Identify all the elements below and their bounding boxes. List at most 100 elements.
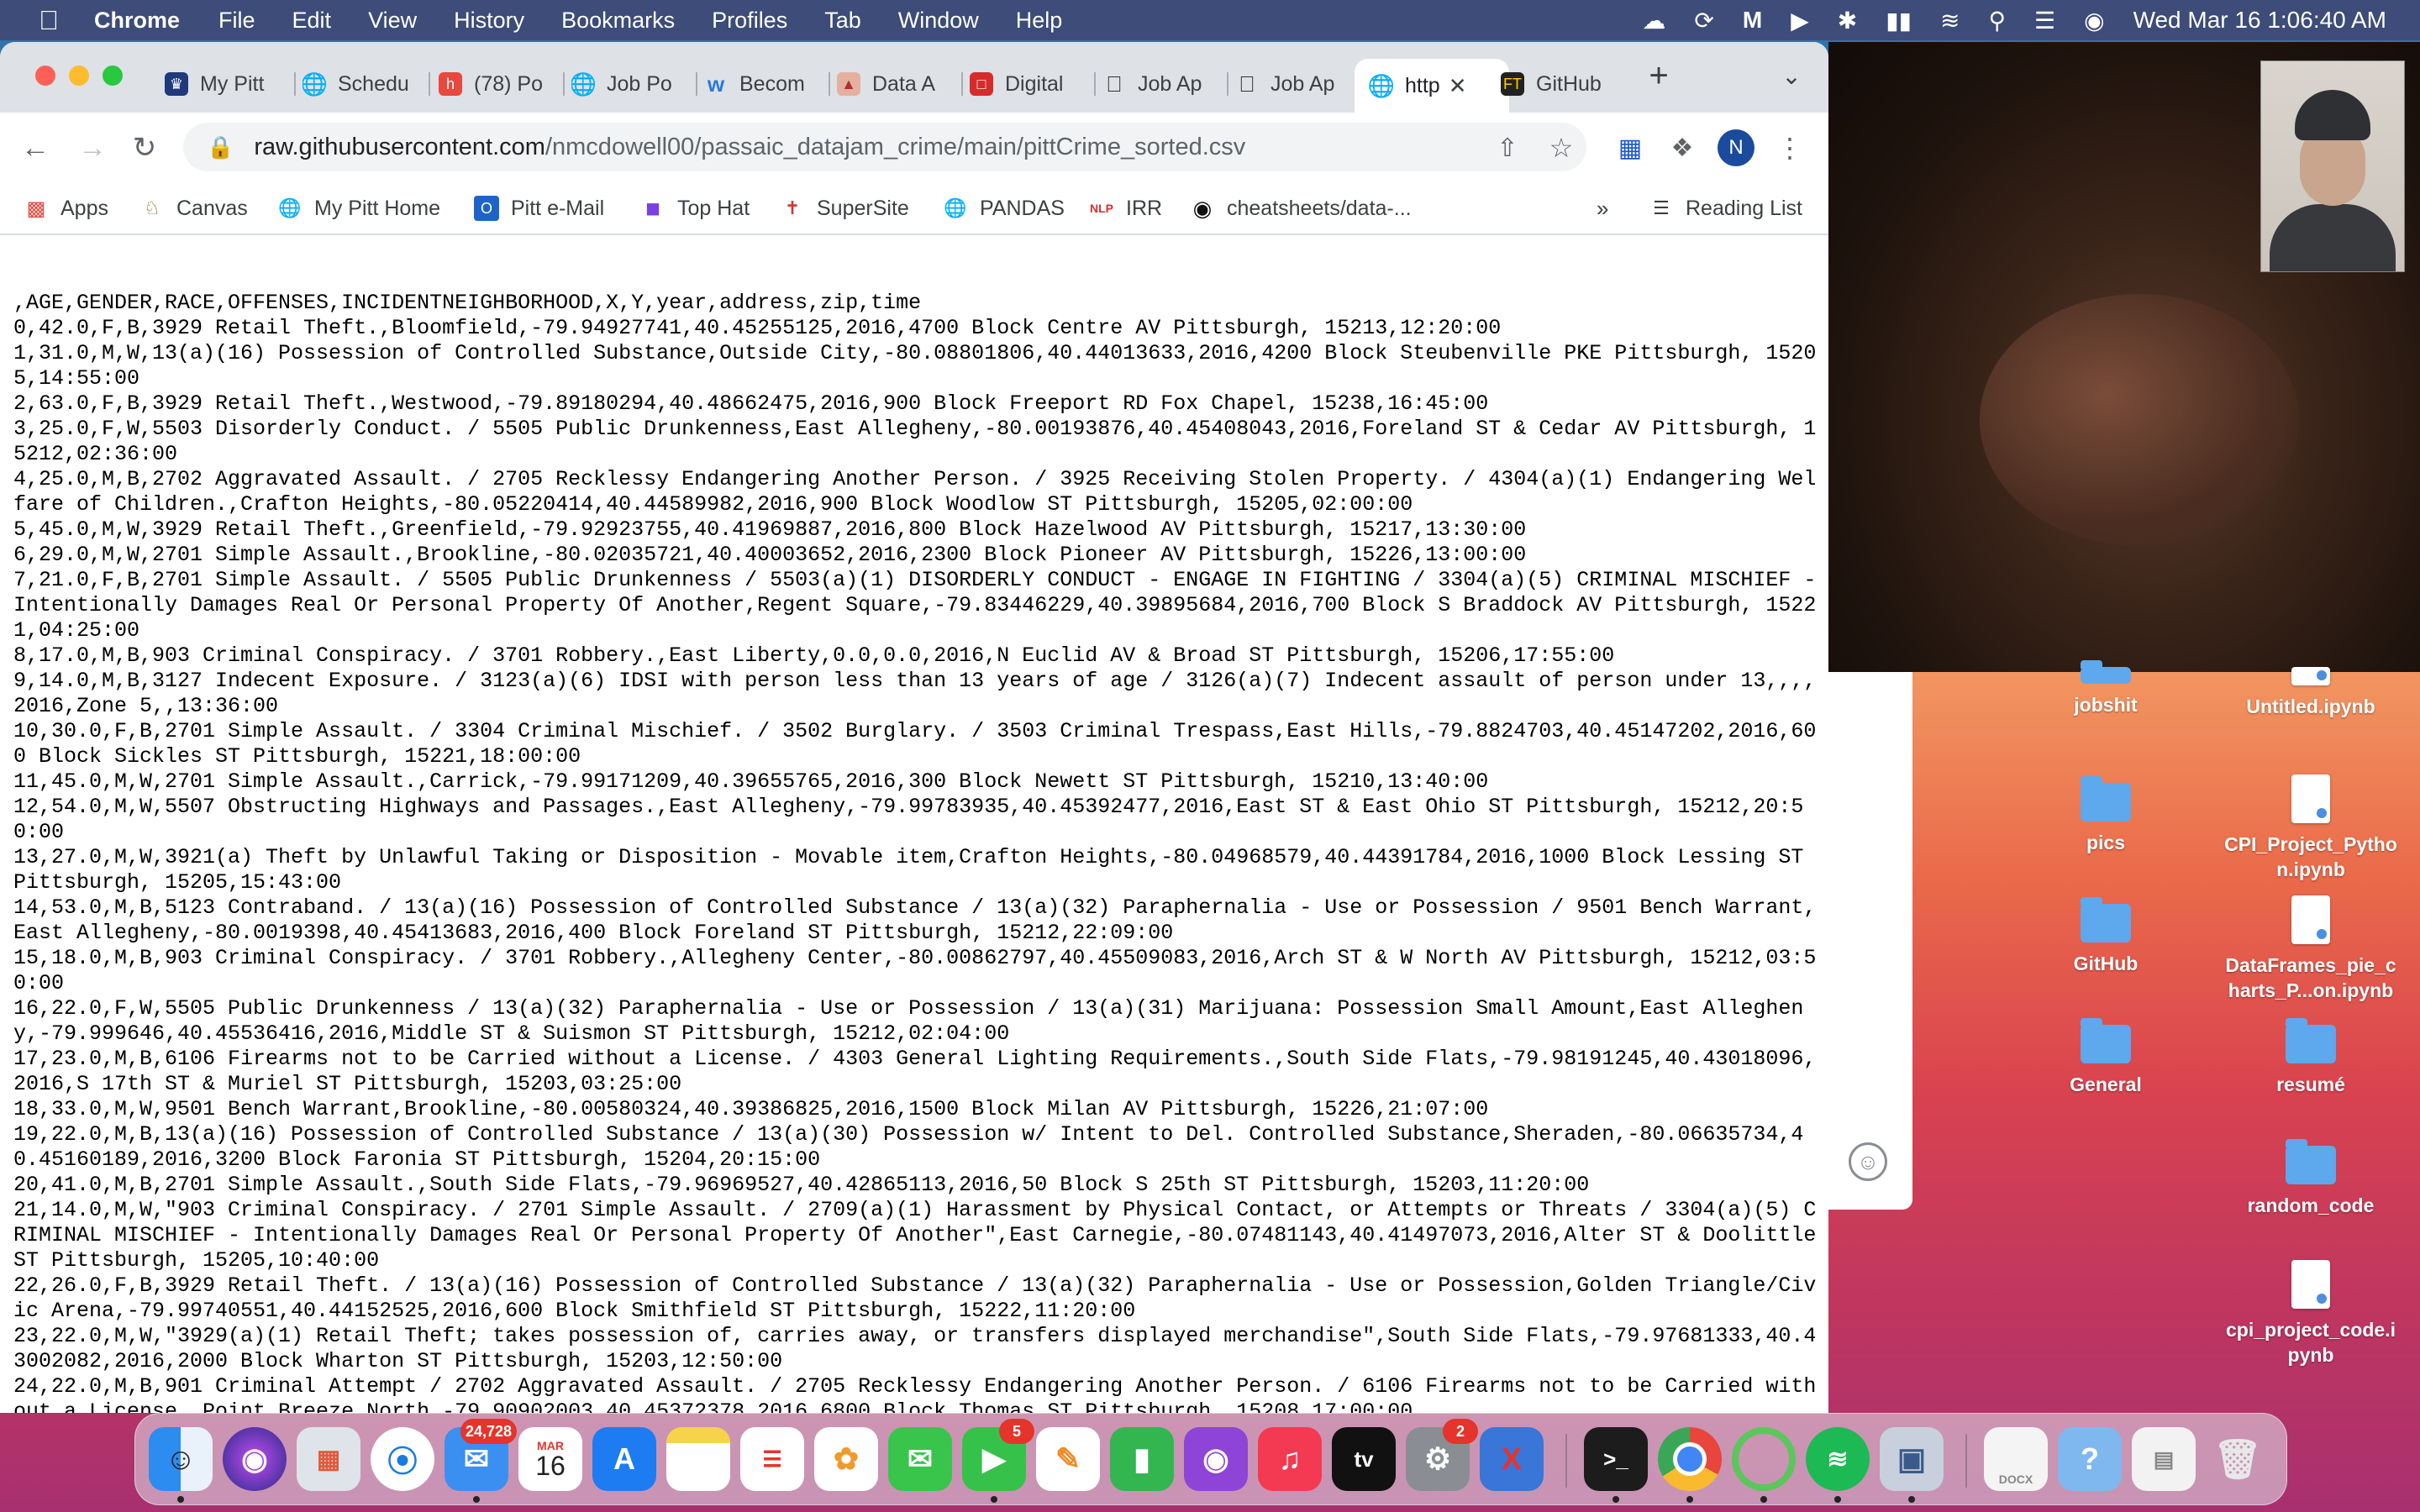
extension-reader-icon[interactable]: ▦ [1612,129,1649,166]
siri-icon[interactable]: ◉ [2084,7,2104,34]
numbers-icon[interactable]: ▮ [1110,1427,1174,1491]
close-tab-icon[interactable]: ✕ [1449,73,1467,99]
spinning-app-icon[interactable] [1732,1427,1796,1503]
terminal-icon[interactable]: >_ [1584,1427,1648,1503]
tab-search-chevron-icon[interactable]: ⌄ [1773,57,1810,94]
tab-data-analyst[interactable]: ▲ Data A [837,62,963,106]
docx-file-icon[interactable]: DOCX [1984,1427,2048,1491]
zoom-window-button[interactable] [103,66,123,86]
lock-icon[interactable]: 🔒 [207,134,234,160]
menu-profiles[interactable]: Profiles [712,8,787,34]
tab-schedule[interactable]: 🌐 Schedu [302,62,430,106]
menu-file[interactable]: File [218,8,255,34]
tab-job-application-1[interactable]:  Job Ap [1102,62,1228,106]
tab-digital[interactable]: □ Digital [970,62,1096,106]
trash-icon[interactable]: 🗑 [2206,1427,2270,1491]
play-icon[interactable]: ▶ [1791,7,1809,34]
menu-app-name[interactable]: Chrome [94,8,180,34]
bookmark-canvas[interactable]: ♘ Canvas [139,193,248,223]
bookmark-apps[interactable]: ▩ Apps [24,193,108,223]
menu-tab[interactable]: Tab [824,8,861,34]
app-store-icon[interactable]: A [592,1427,656,1491]
bookmark-irr[interactable]: NLP IRR [1089,193,1162,223]
bookmark-top-hat[interactable]: ◼ Top Hat [640,193,750,223]
bookmark-my-pitt-home[interactable]: 🌐 My Pitt Home [277,193,440,223]
emoji-icon[interactable]: ☺ [1849,1142,1887,1181]
sync-icon[interactable]: ⟳ [1694,7,1713,34]
desktop-file-dataframes-pie-charts[interactable]: DataFrames_pie_c harts_P...on.ipynb [2210,895,2412,1003]
siri-icon[interactable]: ◉ [223,1427,287,1491]
chrome-icon[interactable] [1658,1427,1722,1503]
menu-view[interactable]: View [368,8,417,34]
reload-icon[interactable]: ↻ [126,129,163,166]
x11-icon[interactable]: X [1480,1427,1544,1491]
bookmark-pandas[interactable]: 🌐 PANDAS [943,193,1065,223]
apple-tv-icon[interactable]: tv [1332,1427,1396,1491]
photos-icon[interactable]: ✿ [814,1427,878,1491]
tab-become[interactable]: w Becom [704,62,830,106]
pages-icon[interactable]: ✎ [1036,1427,1100,1491]
screenshot-stack-icon[interactable]: ▤ [2132,1427,2196,1491]
bookmark-star-icon[interactable]: ☆ [1543,129,1580,166]
new-tab-icon[interactable]: + [1640,57,1677,94]
help-folder-icon[interactable]: ? [2058,1427,2122,1491]
reading-list-button[interactable]: ☰ Reading List [1649,193,1802,223]
tab-job-posting[interactable]: 🌐 Job Po [571,62,697,106]
menu-bookmarks[interactable]: Bookmarks [561,8,675,34]
menu-history[interactable]: History [454,8,524,34]
menu-help[interactable]: Help [1016,8,1063,34]
desktop-folder-pics[interactable]: pics [2022,776,2190,855]
close-window-button[interactable] [35,66,55,86]
creative-cloud-icon[interactable]: ☁ [1642,7,1665,34]
address-bar[interactable]: 🔒 raw.githubusercontent.com/nmcdowell00/… [183,123,1586,171]
battery-icon[interactable]: ▮▮ [1886,7,1912,34]
facetime-icon[interactable]: ▶ 5 [962,1419,1034,1503]
desktop-file-cpi-project-python[interactable]: CPI_Project_Pytho n.ipynb [2210,774,2412,882]
music-icon[interactable]: ♫ [1258,1427,1322,1491]
desktop-file-cpi-project-code[interactable]: cpi_project_code.i pynb [2210,1260,2412,1368]
tab-my-pitt[interactable]: ♛ My Pitt [165,62,296,106]
tab-handshake[interactable]: h (78) Po [439,62,565,106]
calendar-icon[interactable]: MAR 16 [518,1427,582,1491]
launchpad-icon[interactable]: ▦ [297,1427,360,1491]
safari-icon[interactable]: ⦿ [371,1427,434,1491]
self-view-video[interactable] [2260,60,2405,272]
desktop-folder-random-code[interactable]: random_code [2227,1139,2395,1218]
extensions-puzzle-icon[interactable]: ❖ [1664,129,1701,166]
desktop-folder-github[interactable]: GitHub [2022,897,2190,976]
tab-github[interactable]: FT GitHub [1501,62,1627,106]
control-center-icon[interactable]: ☰ [2034,7,2055,34]
preview-icon[interactable]: ▣ [1880,1427,1944,1503]
menu-window[interactable]: Window [898,8,979,34]
desktop-folder-resume[interactable]: resumé [2227,1018,2395,1097]
menu-clock[interactable]: Wed Mar 16 1:06:40 AM [2133,7,2386,34]
bluetooth-icon[interactable]: ✱ [1838,7,1857,34]
system-preferences-icon[interactable]: ⚙ 2 [1406,1419,1478,1491]
malwarebytes-icon[interactable]: M [1743,7,1762,34]
minimize-window-button[interactable] [69,66,89,86]
menu-edit[interactable]: Edit [292,8,332,34]
search-icon[interactable]: ⚲ [1989,7,2007,34]
share-icon[interactable]: ⇧ [1489,129,1526,166]
notes-icon[interactable] [666,1427,730,1491]
tab-raw-csv[interactable]: 🌐 http ✕ [1355,59,1509,113]
desktop-folder-jobshit[interactable]: jobshit [2022,660,2190,717]
chrome-menu-icon[interactable]: ⋮ [1771,129,1808,166]
forward-arrow-icon[interactable]: → [74,129,111,166]
tab-job-application-2[interactable]:  Job Ap [1235,62,1361,106]
bookmark-pitt-email[interactable]: O Pitt e-Mail [474,193,604,223]
bookmark-cheatsheets[interactable]: ◉ cheatsheets/data-... [1190,193,1412,223]
apple-menu-icon[interactable]:  [34,5,64,35]
finder-icon[interactable]: ☺ [149,1427,213,1503]
desktop-file-untitled[interactable]: Untitled.ipynb [2227,667,2395,719]
desktop-folder-general[interactable]: General [2022,1018,2190,1097]
spotify-icon[interactable]: ≋ [1806,1427,1870,1503]
bookmarks-overflow-button[interactable]: » [1597,193,1608,223]
mail-icon[interactable]: ✉ 24,728 [445,1419,517,1503]
bookmark-supersite[interactable]: ✝ SuperSite [780,193,909,223]
reminders-icon[interactable]: ☰ [740,1427,804,1491]
podcasts-icon[interactable]: ◉ [1184,1427,1248,1491]
profile-avatar[interactable]: N [1718,129,1754,166]
back-arrow-icon[interactable]: ← [17,129,54,166]
messages-icon[interactable]: ✉ [888,1427,952,1491]
